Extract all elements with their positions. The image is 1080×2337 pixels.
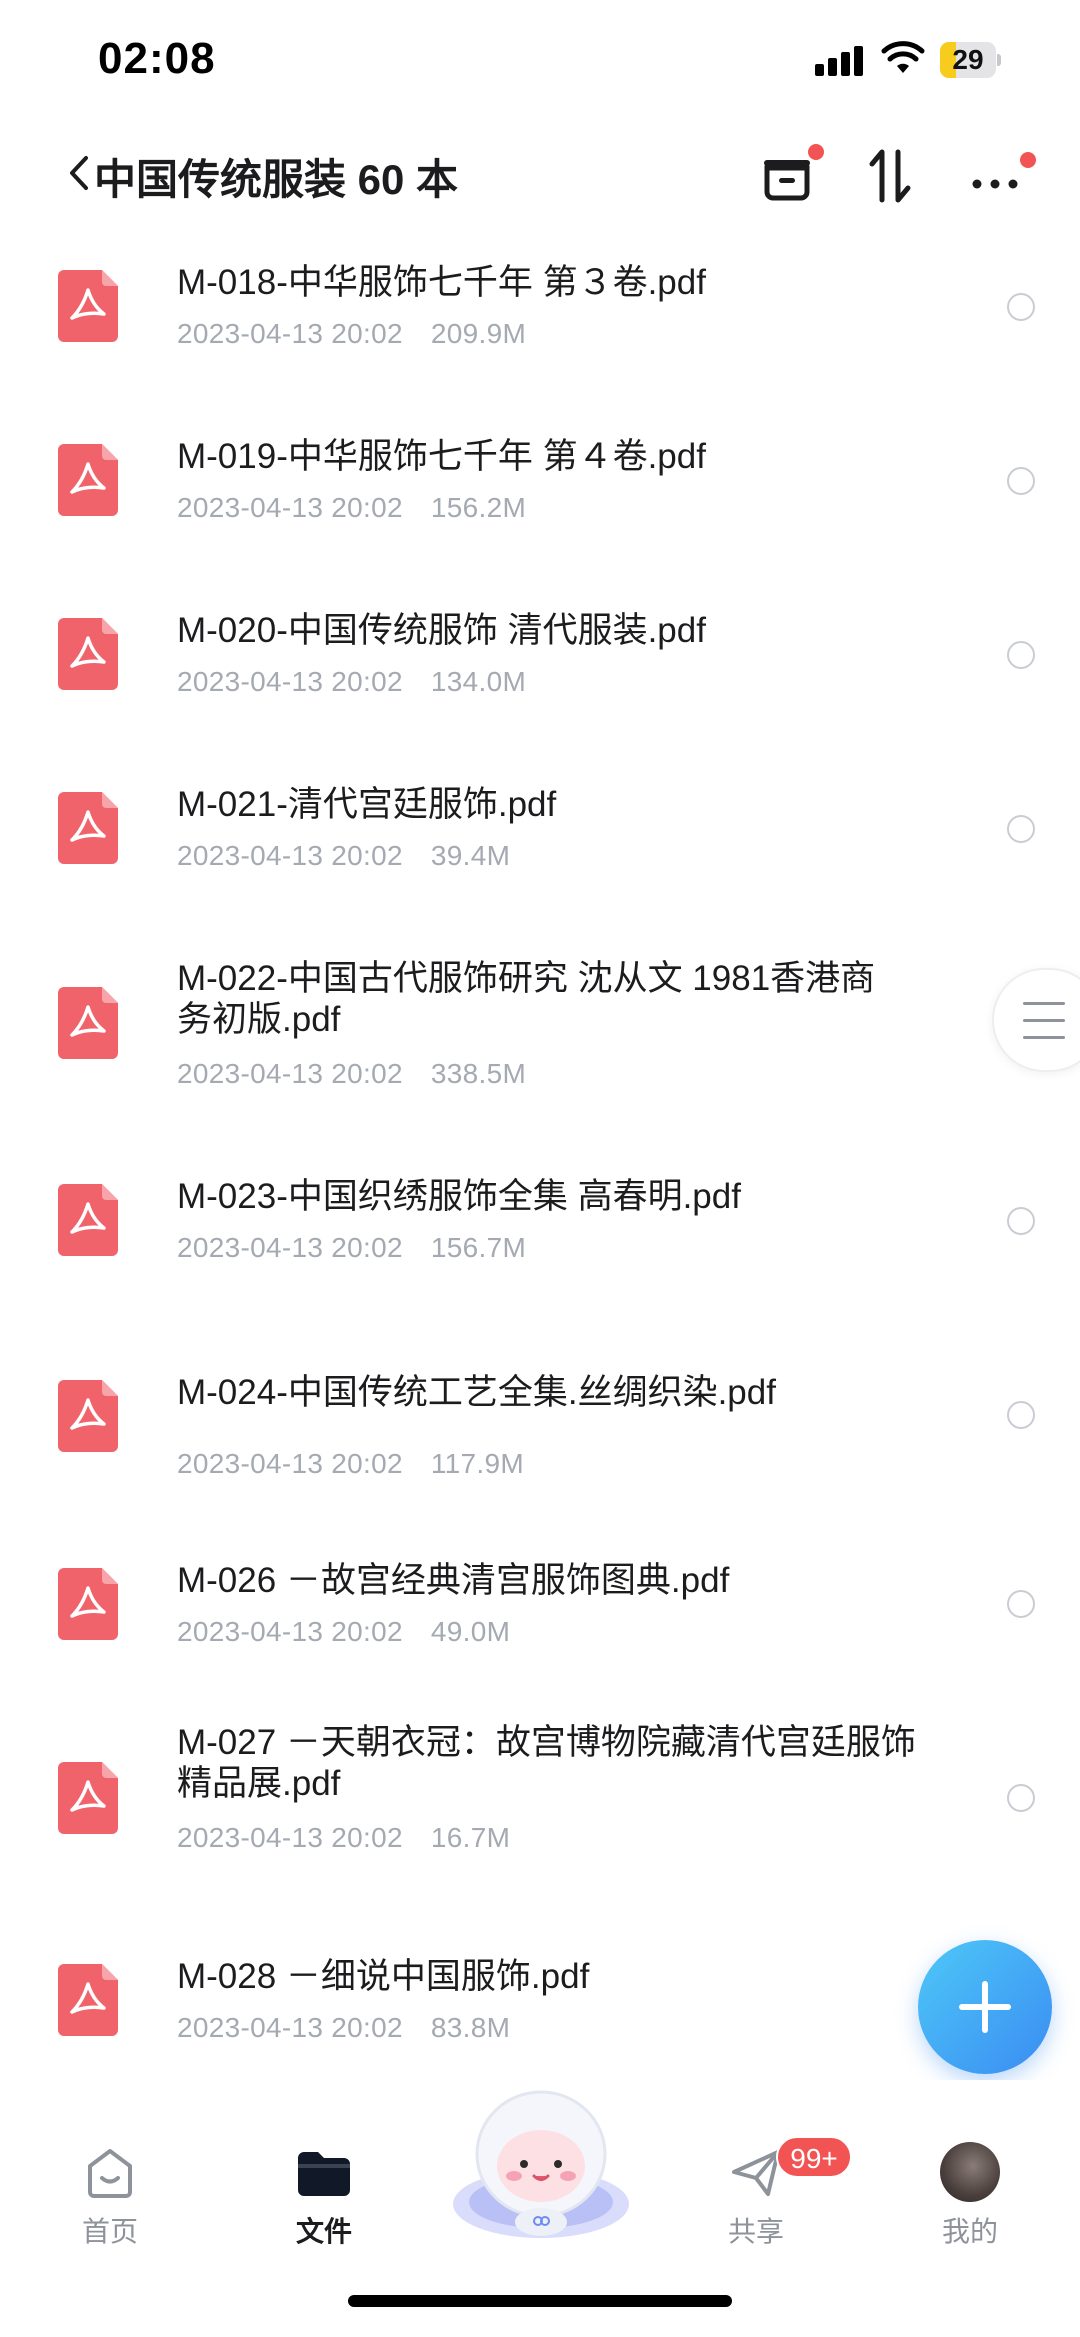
pdf-file-icon	[58, 1568, 118, 1640]
file-meta: 2023-04-13 20:02 156.7M	[177, 1232, 526, 1264]
side-drawer-handle[interactable]	[992, 968, 1080, 1072]
file-meta: 2023-04-13 20:02 83.8M	[177, 2012, 510, 2044]
tab-home[interactable]: 首页	[40, 2080, 180, 2260]
file-name: M-021-清代宫廷服饰.pdf	[177, 785, 557, 824]
file-date: 2023-04-13 20:02	[177, 318, 403, 349]
avatar	[940, 2142, 1000, 2202]
archive-button[interactable]	[752, 140, 824, 210]
file-date: 2023-04-13 20:02	[177, 666, 403, 697]
file-name: M-027 －天朝衣冠：故宫博物院藏清代宫廷服饰精品展.pdf	[177, 1723, 916, 1803]
file-date: 2023-04-13 20:02	[177, 1058, 403, 1089]
select-radio[interactable]	[1007, 815, 1035, 843]
pdf-file-icon	[58, 618, 118, 690]
file-date: 2023-04-13 20:02	[177, 2012, 403, 2043]
select-radio[interactable]	[1007, 1207, 1035, 1235]
file-date: 2023-04-13 20:02	[177, 1232, 403, 1263]
file-name: M-018-中华服饰七千年 第３卷.pdf	[177, 263, 706, 302]
add-button[interactable]	[918, 1940, 1052, 2074]
pdf-file-icon	[58, 1184, 118, 1256]
file-name: M-022-中国古代服饰研究 沈从文 1981香港商务初版.pdf	[177, 959, 876, 1039]
home-indicator	[348, 2295, 732, 2307]
select-radio[interactable]	[1007, 1590, 1035, 1618]
file-date: 2023-04-13 20:02	[177, 1822, 403, 1853]
back-icon[interactable]	[60, 148, 94, 198]
file-name: M-020-中国传统服饰 清代服装.pdf	[177, 611, 706, 650]
file-meta: 2023-04-13 20:02 209.9M	[177, 318, 526, 350]
file-size: 338.5M	[430, 1058, 527, 1089]
folder-icon	[298, 2152, 350, 2196]
home-icon	[88, 2149, 132, 2198]
pdf-file-icon	[58, 987, 118, 1059]
pdf-file-icon	[58, 1380, 118, 1452]
tab-label: 我的	[941, 2216, 998, 2247]
file-name: M-023-中国织绣服饰全集 高春明.pdf	[177, 1177, 741, 1216]
file-size: 117.9M	[430, 1448, 524, 1479]
notification-dot	[808, 144, 824, 160]
pdf-file-icon	[58, 1762, 118, 1834]
tab-profile[interactable]: 我的	[900, 2080, 1040, 2260]
select-radio[interactable]	[1007, 641, 1035, 669]
status-bar: 02:08 29	[0, 0, 1080, 120]
file-date: 2023-04-13 20:02	[177, 1616, 403, 1647]
file-meta: 2023-04-13 20:02 49.0M	[177, 1616, 510, 1648]
file-size: 39.4M	[430, 840, 511, 871]
battery-indicator: 29	[940, 42, 1001, 78]
file-meta: 2023-04-13 20:02 338.5M	[177, 1058, 526, 1090]
pdf-file-icon	[58, 1964, 118, 2036]
file-meta: 2023-04-13 20:02 134.0M	[177, 666, 526, 698]
file-meta: 2023-04-13 20:02 39.4M	[177, 840, 510, 872]
sort-button[interactable]	[856, 140, 926, 210]
file-size: 156.7M	[430, 1232, 527, 1263]
file-size: 209.9M	[430, 318, 527, 349]
file-meta: 2023-04-13 20:02 16.7M	[177, 1822, 510, 1854]
file-size: 83.8M	[430, 2012, 511, 2043]
file-size: 134.0M	[430, 666, 527, 697]
notification-dot	[1020, 152, 1036, 168]
battery-percentage: 29	[952, 44, 984, 75]
tab-files[interactable]: 文件	[254, 2080, 394, 2260]
pdf-file-icon	[58, 792, 118, 864]
select-radio[interactable]	[1007, 467, 1035, 495]
file-name: M-028 －细说中国服饰.pdf	[177, 1957, 590, 1996]
select-radio[interactable]	[1007, 1401, 1035, 1429]
file-date: 2023-04-13 20:02	[177, 1448, 403, 1479]
page-title: 中国传统服装 60 本	[94, 156, 459, 203]
file-meta: 2023-04-13 20:02 156.2M	[177, 492, 526, 524]
tab-label: 首页	[81, 2216, 138, 2247]
pdf-file-icon	[58, 444, 118, 516]
file-size: 156.2M	[430, 492, 527, 523]
wifi-icon	[881, 41, 925, 73]
file-name: M-024-中国传统工艺全集.丝绸织染.pdf	[177, 1373, 776, 1412]
more-button[interactable]	[960, 140, 1036, 210]
pdf-file-icon	[58, 270, 118, 342]
cellular-signal-icon	[815, 46, 867, 76]
share-count-badge: 99+	[776, 2136, 852, 2178]
select-radio[interactable]	[1007, 293, 1035, 321]
file-size: 16.7M	[430, 1822, 511, 1853]
more-icon	[972, 179, 1018, 189]
select-radio[interactable]	[1007, 1784, 1035, 1812]
file-date: 2023-04-13 20:02	[177, 492, 403, 523]
tab-label: 共享	[727, 2216, 784, 2247]
nav-bar: 中国传统服装 60 本	[0, 130, 1080, 220]
file-size: 49.0M	[430, 1616, 511, 1647]
file-meta: 2023-04-13 20:02 117.9M	[177, 1448, 524, 1480]
file-date: 2023-04-13 20:02	[177, 840, 403, 871]
status-time: 02:08	[98, 34, 216, 83]
sort-icon	[869, 149, 911, 203]
file-name: M-026 －故宫经典清宫服饰图典.pdf	[177, 1561, 730, 1600]
tab-label: 文件	[295, 2216, 352, 2247]
file-name: M-019-中华服饰七千年 第４卷.pdf	[177, 437, 706, 476]
mascot-icon[interactable]	[448, 2084, 634, 2244]
